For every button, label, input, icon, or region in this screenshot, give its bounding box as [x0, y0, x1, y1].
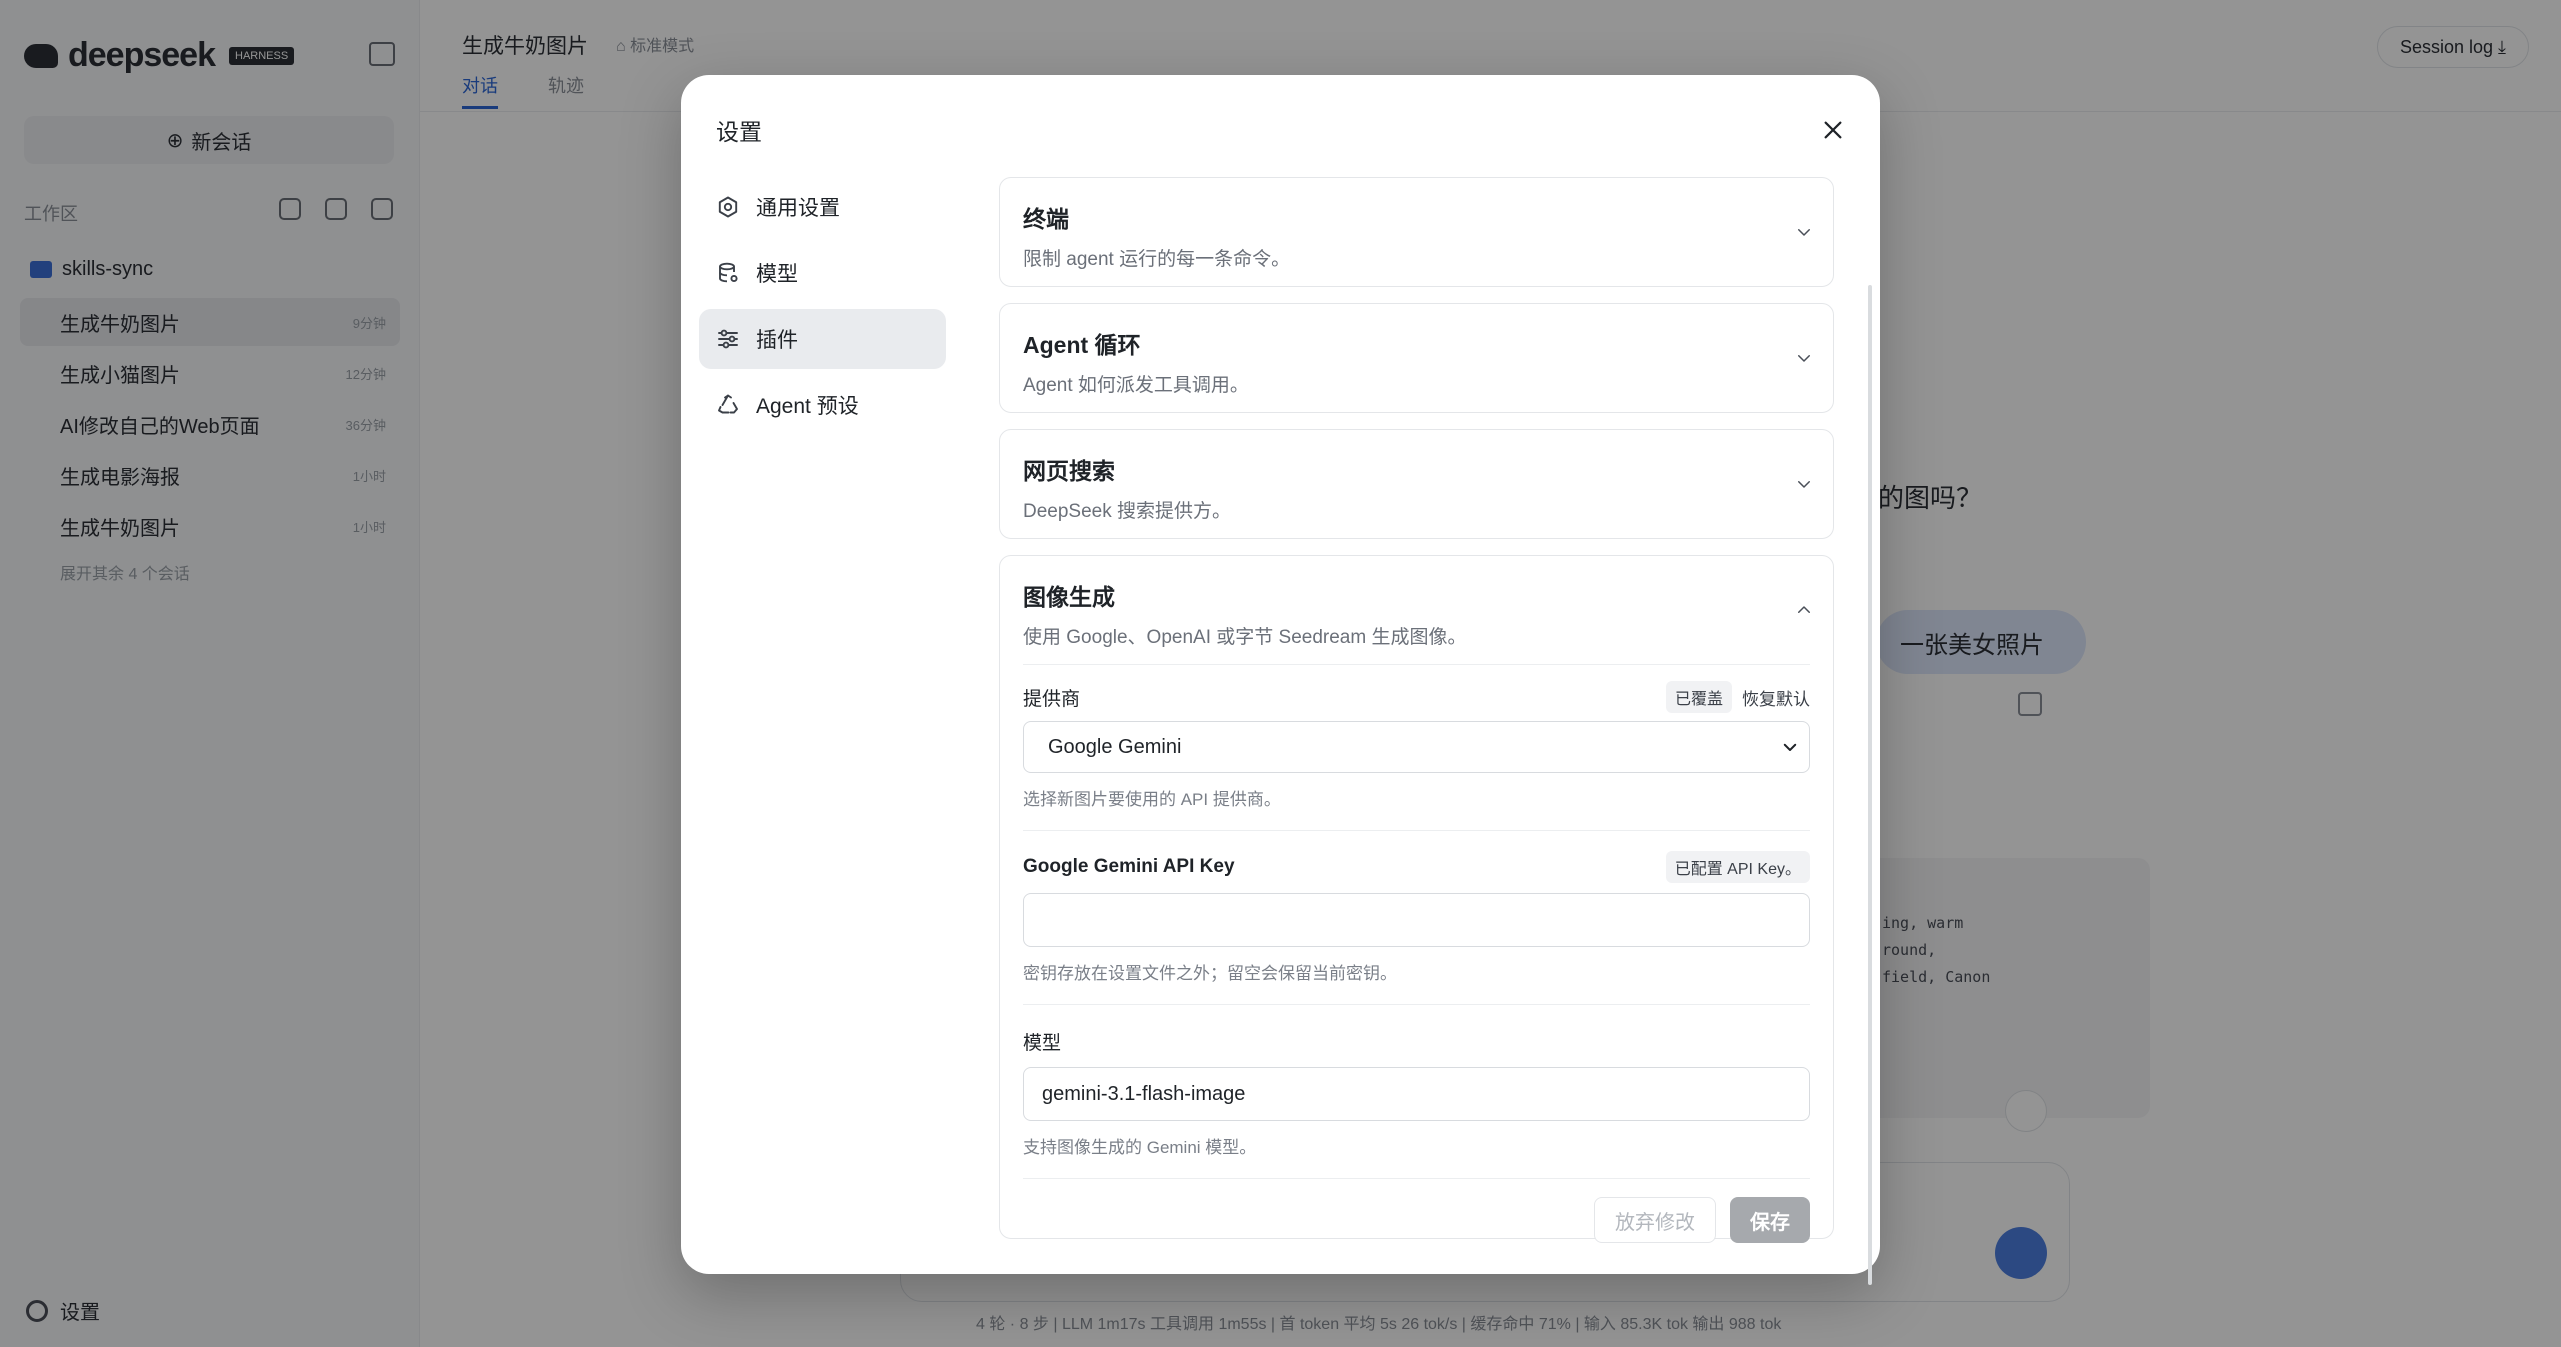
section-title: Agent 循环 [1023, 332, 1141, 358]
reset-default-button[interactable]: 恢复默认 [1742, 685, 1810, 710]
section-body: 提供商 已覆盖 恢复默认 Google Gemini 选择新图片要使用的 API… [1023, 664, 1810, 1243]
section-header[interactable]: Agent 循环 Agent 如何派发工具调用。 [1000, 304, 1833, 412]
section-image-generation: 图像生成 使用 Google、OpenAI 或字节 Seedream 生成图像。… [999, 555, 1834, 1243]
section-terminal: 终端 限制 agent 运行的每一条命令。 [999, 177, 1834, 287]
dialog-title: 设置 [716, 119, 762, 145]
nav-label: 通用设置 [756, 197, 840, 220]
provider-field: 提供商 已覆盖 恢复默认 Google Gemini 选择新图片要使用的 API… [1023, 681, 1810, 831]
section-description: 限制 agent 运行的每一条命令。 [1023, 249, 1291, 270]
provider-selected-value: Google Gemini [1048, 735, 1182, 758]
nav-item-general[interactable]: 通用设置 [699, 177, 946, 237]
model-input[interactable]: gemini-3.1-flash-image [1023, 1067, 1810, 1121]
section-title: 图像生成 [1023, 584, 1115, 610]
section-description: DeepSeek 搜索提供方。 [1023, 501, 1232, 522]
model-hint: 支持图像生成的 Gemini 模型。 [1023, 1133, 1810, 1179]
model-field: 模型 gemini-3.1-flash-image 支持图像生成的 Gemini… [1023, 1027, 1810, 1179]
overridden-badge: 已覆盖 [1665, 681, 1732, 713]
api-key-hint: 密钥存放在设置文件之外；留空会保留当前密钥。 [1023, 959, 1810, 1005]
section-web-search: 网页搜索 DeepSeek 搜索提供方。 [999, 429, 1834, 539]
chevron-down-icon [1798, 355, 1810, 362]
api-key-configured-badge: 已配置 API Key。 [1665, 851, 1810, 883]
section-title: 网页搜索 [1023, 458, 1115, 484]
section-header[interactable]: 图像生成 使用 Google、OpenAI 或字节 Seedream 生成图像。 [1000, 556, 1833, 664]
sliders-icon [718, 329, 738, 349]
save-button[interactable]: 保存 [1730, 1197, 1810, 1243]
api-key-label: Google Gemini API Key [1023, 856, 1235, 877]
model-label: 模型 [1023, 1032, 1062, 1054]
gear-icon [718, 196, 738, 218]
chevron-down-icon [1798, 481, 1810, 488]
discard-button[interactable]: 放弃修改 [1594, 1197, 1716, 1243]
section-description: 使用 Google、OpenAI 或字节 Seedream 生成图像。 [1023, 627, 1467, 648]
settings-nav: 通用设置 模型 插件 Agent 预设 [699, 177, 946, 441]
section-header[interactable]: 终端 限制 agent 运行的每一条命令。 [1000, 178, 1833, 286]
api-key-field: Google Gemini API Key 已配置 API Key。 密钥存放在… [1023, 851, 1810, 1005]
database-icon [719, 262, 738, 283]
chevron-down-icon [1798, 229, 1810, 236]
provider-label: 提供商 [1023, 688, 1081, 710]
nav-item-agent-presets[interactable]: Agent 预设 [699, 375, 946, 435]
recycle-icon [718, 394, 738, 414]
close-button[interactable] [1816, 113, 1850, 147]
api-key-input[interactable] [1023, 893, 1810, 947]
settings-content: 终端 限制 agent 运行的每一条命令。 Agent 循环 Agent 如何派… [999, 177, 1834, 1255]
section-header[interactable]: 网页搜索 DeepSeek 搜索提供方。 [1000, 430, 1833, 538]
content-scrollbar[interactable] [1868, 285, 1872, 1285]
provider-select[interactable]: Google Gemini [1023, 721, 1810, 773]
nav-item-plugins[interactable]: 插件 [699, 309, 946, 369]
provider-hint: 选择新图片要使用的 API 提供商。 [1023, 785, 1810, 831]
section-title: 终端 [1023, 206, 1069, 232]
nav-label: Agent 预设 [756, 395, 859, 418]
nav-label: 模型 [756, 263, 798, 286]
nav-item-model[interactable]: 模型 [699, 243, 946, 303]
close-icon [1824, 121, 1842, 139]
nav-label: 插件 [756, 329, 798, 352]
section-description: Agent 如何派发工具调用。 [1023, 375, 1249, 396]
form-actions: 放弃修改 保存 [1023, 1197, 1810, 1243]
section-agent-loop: Agent 循环 Agent 如何派发工具调用。 [999, 303, 1834, 413]
chevron-down-icon [1783, 743, 1797, 751]
chevron-up-icon [1798, 606, 1810, 613]
settings-dialog: 设置 通用设置 模型 插件 Agent 预设 终端 限制 agent 运行的每一… [681, 75, 1880, 1285]
